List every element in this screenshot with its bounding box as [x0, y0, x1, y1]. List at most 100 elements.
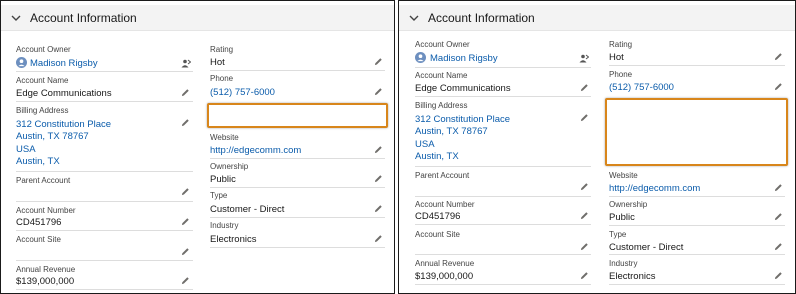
pencil-icon[interactable] [580, 271, 589, 280]
account-site-label: Account Site [415, 230, 460, 239]
account-number-label: Account Number [16, 206, 76, 215]
phone-label: Phone [210, 74, 234, 83]
pencil-icon[interactable] [774, 52, 783, 61]
type-label: Type [609, 230, 627, 239]
divider [210, 70, 385, 71]
rating-label: Rating [609, 40, 633, 49]
account-number-label: Account Number [415, 200, 475, 209]
industry-value: Electronics [210, 234, 257, 245]
pencil-icon[interactable] [774, 271, 783, 280]
website-value[interactable]: http://edgecomm.com [210, 145, 301, 156]
billing-address-line-4[interactable]: Austin, TX [415, 151, 459, 162]
industry-label: Industry [210, 221, 239, 230]
pencil-icon[interactable] [181, 187, 190, 196]
pencil-icon[interactable] [580, 182, 589, 191]
account-number-value: CD451796 [415, 211, 461, 222]
highlighted-empty-region [207, 103, 388, 128]
divider [210, 247, 385, 248]
ownership-value: Public [210, 174, 236, 185]
account-owner-value[interactable]: Madison Rigsby [30, 58, 98, 69]
account-name-label: Account Name [415, 71, 468, 80]
account-owner-label: Account Owner [16, 45, 71, 54]
pencil-icon[interactable] [580, 211, 589, 220]
website-label: Website [609, 171, 638, 180]
pencil-icon[interactable] [181, 118, 190, 127]
divider [609, 65, 785, 66]
ownership-label: Ownership [609, 200, 648, 209]
billing-address-line-4[interactable]: Austin, TX [16, 156, 60, 167]
account-owner-label: Account Owner [415, 40, 470, 49]
website-value[interactable]: http://edgecomm.com [609, 183, 700, 194]
divider [210, 158, 385, 159]
pencil-icon[interactable] [181, 276, 190, 285]
parent-account-label: Parent Account [16, 176, 71, 185]
divider [609, 196, 785, 197]
section-header[interactable]: Account Information [399, 5, 795, 31]
pencil-icon[interactable] [374, 204, 383, 213]
website-label: Website [210, 133, 239, 142]
pencil-icon[interactable] [374, 145, 383, 154]
pencil-icon[interactable] [374, 234, 383, 243]
account-number-value: CD451796 [16, 217, 62, 228]
ownership-label: Ownership [210, 162, 249, 171]
account-name-value: Edge Communications [16, 88, 112, 99]
change-owner-icon[interactable] [181, 59, 191, 68]
section-header[interactable]: Account Information [1, 5, 394, 31]
pencil-icon[interactable] [580, 113, 589, 122]
divider [16, 71, 193, 72]
divider [210, 217, 385, 218]
ownership-value: Public [609, 212, 635, 223]
change-owner-icon[interactable] [579, 54, 589, 63]
divider [16, 289, 193, 290]
billing-address-label: Billing Address [415, 101, 468, 110]
annual-revenue-value: $139,000,000 [415, 271, 474, 282]
annual-revenue-label: Annual Revenue [16, 265, 76, 274]
pencil-icon[interactable] [774, 183, 783, 192]
chevron-down-icon[interactable] [11, 13, 21, 23]
rating-value: Hot [210, 57, 225, 68]
pencil-icon[interactable] [181, 247, 190, 256]
pencil-icon[interactable] [580, 242, 589, 251]
divider [210, 187, 385, 188]
divider [415, 67, 591, 68]
billing-address-label: Billing Address [16, 106, 69, 115]
billing-address-line-1[interactable]: 312 Constitution Place [415, 114, 510, 125]
rating-value: Hot [609, 52, 624, 63]
phone-value[interactable]: (512) 757-6000 [609, 82, 674, 93]
divider [415, 166, 591, 167]
divider [16, 201, 193, 202]
industry-label: Industry [609, 259, 638, 268]
parent-account-label: Parent Account [415, 171, 470, 180]
account-name-label: Account Name [16, 76, 69, 85]
divider [415, 254, 591, 255]
account-owner-value[interactable]: Madison Rigsby [430, 53, 498, 64]
pencil-icon[interactable] [181, 217, 190, 226]
pencil-icon[interactable] [774, 82, 783, 91]
divider [415, 224, 591, 225]
pencil-icon[interactable] [580, 83, 589, 92]
divider [16, 230, 193, 231]
highlighted-empty-region [605, 98, 788, 166]
billing-address-line-2[interactable]: Austin, TX 78767 [415, 126, 488, 137]
billing-address-line-3[interactable]: USA [415, 139, 435, 150]
divider [415, 96, 591, 97]
panel-after: Account Information Account Owner Madiso… [398, 0, 796, 294]
divider [415, 284, 591, 285]
billing-address-line-1[interactable]: 312 Constitution Place [16, 119, 111, 130]
pencil-icon[interactable] [374, 87, 383, 96]
pencil-icon[interactable] [374, 174, 383, 183]
pencil-icon[interactable] [181, 88, 190, 97]
pencil-icon[interactable] [374, 57, 383, 66]
annual-revenue-value: $139,000,000 [16, 276, 75, 287]
divider [609, 254, 785, 255]
divider [16, 260, 193, 261]
billing-address-line-2[interactable]: Austin, TX 78767 [16, 131, 89, 142]
pencil-icon[interactable] [774, 212, 783, 221]
chevron-down-icon[interactable] [409, 13, 419, 23]
industry-value: Electronics [609, 271, 656, 282]
phone-value[interactable]: (512) 757-6000 [210, 87, 275, 98]
pencil-icon[interactable] [774, 242, 783, 251]
account-site-label: Account Site [16, 235, 61, 244]
user-avatar-icon [415, 52, 426, 63]
billing-address-line-3[interactable]: USA [16, 144, 36, 155]
